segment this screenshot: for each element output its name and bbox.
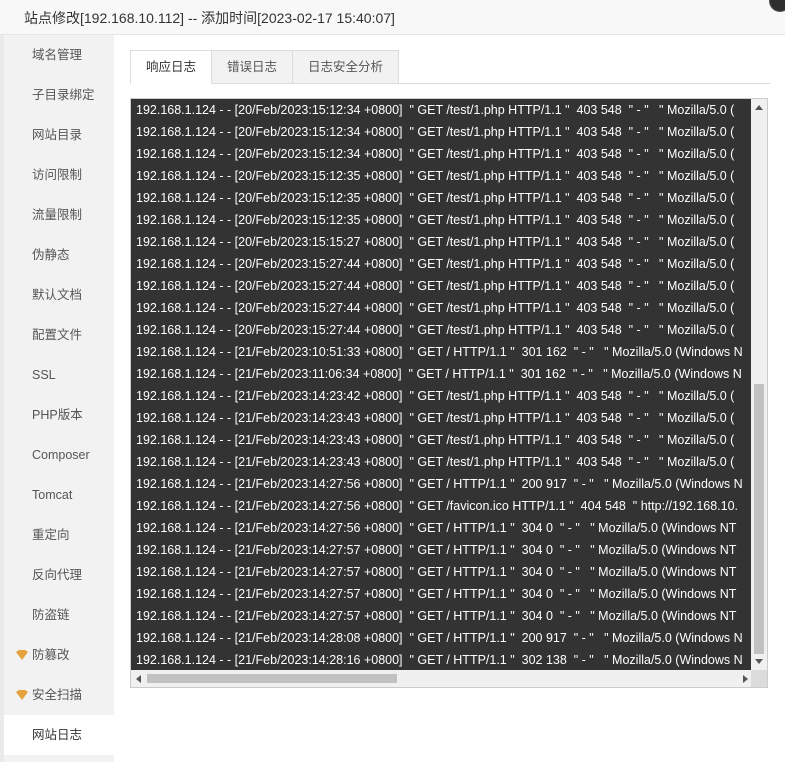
window-titlebar: 站点修改[192.168.10.112] -- 添加时间[2023-02-17 … xyxy=(0,0,785,35)
sidebar-item-label: PHP版本 xyxy=(32,408,83,422)
log-line: 192.168.1.124 - - [20/Feb/2023:15:12:35 … xyxy=(136,169,735,183)
scroll-up-arrow-icon[interactable] xyxy=(755,105,763,110)
sidebar-item-label: 反向代理 xyxy=(32,568,83,582)
sidebar-item-label: 伪静态 xyxy=(32,248,70,262)
scroll-down-arrow-icon[interactable] xyxy=(755,659,763,664)
diamond-vip-icon xyxy=(16,650,28,660)
tab[interactable]: 错误日志 xyxy=(211,50,293,84)
tab[interactable]: 日志安全分析 xyxy=(292,50,400,84)
log-line: 192.168.1.124 - - [21/Feb/2023:14:23:43 … xyxy=(136,411,735,425)
log-line: 192.168.1.124 - - [21/Feb/2023:14:27:57 … xyxy=(136,587,737,601)
sidebar-item-label: 配置文件 xyxy=(32,328,83,342)
sidebar-item-label: 安全扫描 xyxy=(32,688,83,702)
sidebar-item[interactable]: 网站目录 xyxy=(4,115,114,155)
sidebar-item[interactable]: 子目录绑定 xyxy=(4,75,114,115)
sidebar-item[interactable]: 伪静态 xyxy=(4,235,114,275)
sidebar-item[interactable]: 默认文档 xyxy=(4,275,114,315)
log-lines: 192.168.1.124 - - [20/Feb/2023:15:12:34 … xyxy=(131,99,753,670)
sidebar-item[interactable]: PHP版本 xyxy=(4,395,114,435)
log-line: 192.168.1.124 - - [21/Feb/2023:14:27:57 … xyxy=(136,543,737,557)
log-line: 192.168.1.124 - - [21/Feb/2023:11:06:34 … xyxy=(136,367,742,381)
diamond-vip-icon xyxy=(16,690,28,700)
sidebar-item[interactable]: 流量限制 xyxy=(4,195,114,235)
log-line: 192.168.1.124 - - [20/Feb/2023:15:12:35 … xyxy=(136,213,735,227)
log-viewer: 192.168.1.124 - - [20/Feb/2023:15:12:34 … xyxy=(130,98,768,688)
log-line: 192.168.1.124 - - [21/Feb/2023:14:23:42 … xyxy=(136,389,735,403)
scroll-left-arrow-icon[interactable] xyxy=(136,675,141,683)
log-line: 192.168.1.124 - - [21/Feb/2023:14:27:56 … xyxy=(136,477,743,491)
sidebar-item-label: 重定向 xyxy=(32,528,70,542)
log-line: 192.168.1.124 - - [20/Feb/2023:15:27:44 … xyxy=(136,257,735,271)
window-title: 站点修改[192.168.10.112] -- 添加时间[2023-02-17 … xyxy=(24,10,395,26)
log-line: 192.168.1.124 - - [21/Feb/2023:14:27:56 … xyxy=(136,499,739,513)
sidebar-item-label: SSL xyxy=(32,368,56,382)
log-line: 192.168.1.124 - - [21/Feb/2023:14:27:57 … xyxy=(136,565,737,579)
vertical-scrollbar[interactable] xyxy=(751,99,767,670)
log-line: 192.168.1.124 - - [21/Feb/2023:14:27:57 … xyxy=(136,609,737,623)
sidebar-item-label: 流量限制 xyxy=(32,208,83,222)
log-line: 192.168.1.124 - - [20/Feb/2023:15:12:34 … xyxy=(136,103,735,117)
scroll-right-arrow-icon[interactable] xyxy=(743,675,748,683)
sidebar-item[interactable]: SSL xyxy=(4,355,114,395)
sidebar-item-label: Tomcat xyxy=(32,488,73,502)
log-line: 192.168.1.124 - - [20/Feb/2023:15:12:34 … xyxy=(136,147,735,161)
horizontal-scroll-thumb[interactable] xyxy=(147,674,397,683)
log-line: 192.168.1.124 - - [20/Feb/2023:15:12:34 … xyxy=(136,125,735,139)
tab[interactable]: 响应日志 xyxy=(130,50,212,84)
scroll-corner xyxy=(751,670,767,687)
sidebar-item[interactable]: 防盗链 xyxy=(4,595,114,635)
sidebar-item[interactable]: Composer xyxy=(4,435,114,475)
sidebar-item-label: 默认文档 xyxy=(32,288,83,302)
sidebar: 域名管理子目录绑定网站目录访问限制流量限制伪静态默认文档配置文件 SSL PHP版本… xyxy=(0,35,114,762)
log-line: 192.168.1.124 - - [21/Feb/2023:14:28:08 … xyxy=(136,631,743,645)
log-line: 192.168.1.124 - - [21/Feb/2023:14:23:43 … xyxy=(136,455,735,469)
sidebar-item[interactable]: 安全扫描 xyxy=(4,675,114,715)
log-line: 192.168.1.124 - - [20/Feb/2023:15:15:27 … xyxy=(136,235,735,249)
sidebar-item[interactable]: 反向代理 xyxy=(4,555,114,595)
log-line: 192.168.1.124 - - [21/Feb/2023:14:28:16 … xyxy=(136,653,743,667)
sidebar-item-label: Composer xyxy=(32,448,90,462)
sidebar-item[interactable]: 配置文件 xyxy=(4,315,114,355)
log-line: 192.168.1.124 - - [21/Feb/2023:14:23:43 … xyxy=(136,433,735,447)
sidebar-item-label: 访问限制 xyxy=(32,168,83,182)
sidebar-item[interactable]: Tomcat xyxy=(4,475,114,515)
sidebar-item[interactable]: 重定向 xyxy=(4,515,114,555)
vertical-scroll-thumb[interactable] xyxy=(754,384,764,654)
sidebar-item-label: 网站目录 xyxy=(32,128,83,142)
sidebar-item-label: 网站日志 xyxy=(32,728,83,742)
log-line: 192.168.1.124 - - [20/Feb/2023:15:27:44 … xyxy=(136,279,735,293)
log-line: 192.168.1.124 - - [20/Feb/2023:15:27:44 … xyxy=(136,301,735,315)
log-line: 192.168.1.124 - - [20/Feb/2023:15:12:35 … xyxy=(136,191,735,205)
log-tabs: 响应日志 错误日志 日志安全分析 xyxy=(130,50,770,84)
sidebar-item-label: 防篡改 xyxy=(32,648,70,662)
sidebar-item-label: 防盗链 xyxy=(32,608,70,622)
log-line: 192.168.1.124 - - [21/Feb/2023:10:51:33 … xyxy=(136,345,743,359)
close-icon[interactable] xyxy=(769,0,785,12)
sidebar-item-label: 子目录绑定 xyxy=(32,88,95,102)
sidebar-item-label: 域名管理 xyxy=(32,48,83,62)
sidebar-item[interactable]: 访问限制 xyxy=(4,155,114,195)
sidebar-item[interactable]: 域名管理 xyxy=(4,35,114,75)
horizontal-scrollbar[interactable] xyxy=(131,670,753,687)
sidebar-item[interactable]: 防篡改 xyxy=(4,635,114,675)
log-line: 192.168.1.124 - - [21/Feb/2023:14:27:56 … xyxy=(136,521,737,535)
log-line: 192.168.1.124 - - [20/Feb/2023:15:27:44 … xyxy=(136,323,735,337)
sidebar-item[interactable]: 网站日志 xyxy=(4,715,114,755)
